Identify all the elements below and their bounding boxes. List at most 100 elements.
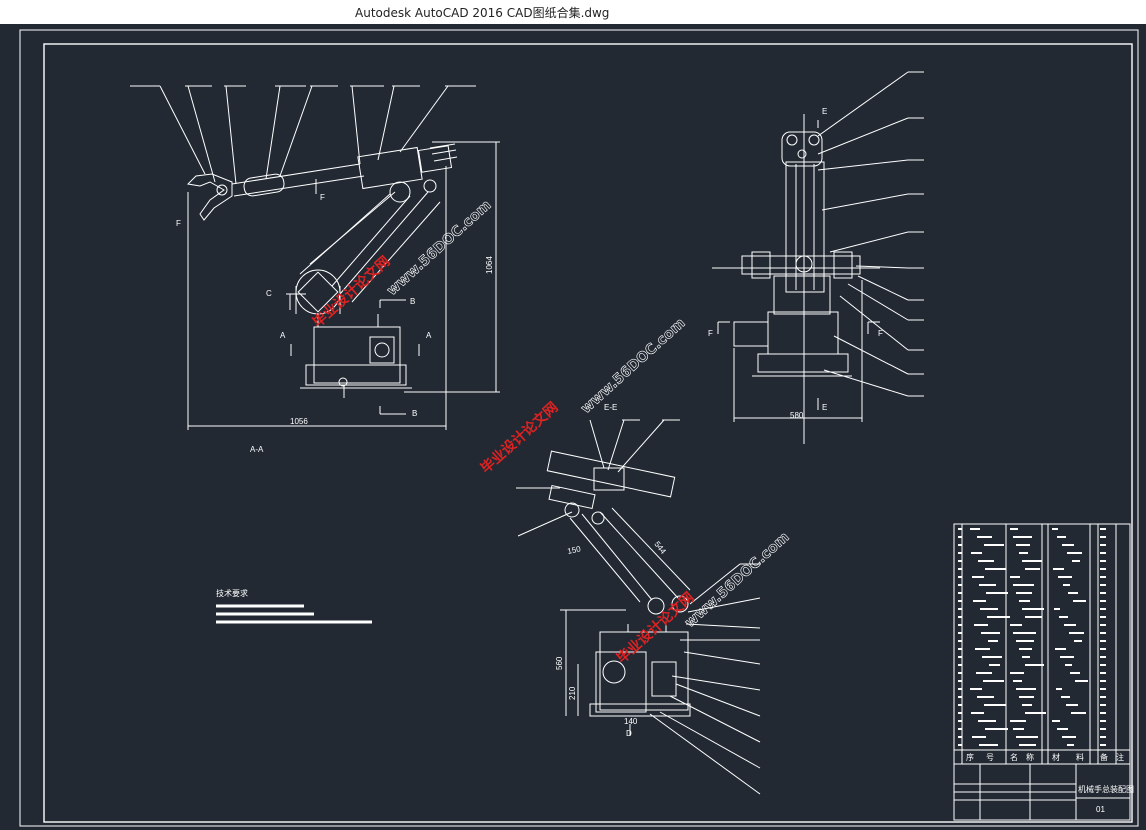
parts-row-mark [958,680,962,682]
parts-row-mark [1068,592,1078,594]
parts-row-mark [987,616,1010,618]
parts-row-mark [1013,536,1032,538]
parts-row-mark [1064,624,1076,626]
col-name1: 名 [1010,752,1018,762]
parts-row-mark [972,736,986,738]
drawing-canvas[interactable]: 1056 1064 A-A C B B A A F F 580 E E F F … [0,24,1146,830]
parts-row-mark [1067,552,1082,554]
parts-row-mark [1100,536,1106,538]
parts-row-mark [1100,592,1106,594]
parts-row-mark [1100,576,1106,578]
parts-row-mark [958,720,962,722]
col-note2: 注 [1116,752,1124,762]
parts-row-mark [1056,688,1062,690]
parts-row-mark [981,632,1000,634]
parts-row-mark [1062,544,1074,546]
parts-row-mark [958,744,962,746]
parts-row-mark [1100,600,1106,602]
parts-row-mark [958,552,962,554]
parts-row-mark [979,584,996,586]
parts-row-mark [1022,704,1032,706]
parts-row-mark [958,648,962,650]
parts-row-mark [1100,656,1106,658]
technical-requirements [216,604,372,624]
label-e-bottom: E [822,403,827,412]
parts-row-mark [976,672,992,674]
parts-row-mark [975,648,990,650]
front-view [130,85,500,430]
label-a-right: A [426,331,432,340]
dim-140: 140 [624,717,638,726]
parts-row-mark [984,704,1006,706]
parts-row-mark [980,608,998,610]
parts-row-mark [971,712,984,714]
parts-row-mark [972,576,984,578]
parts-row-mark [970,688,982,690]
parts-row-mark [1100,704,1106,706]
parts-row-mark [977,696,994,698]
parts-row-mark [1100,560,1106,562]
parts-row-mark [1054,608,1060,610]
dim-560: 560 [555,656,564,670]
label-section-aa: A-A [250,445,264,454]
parts-row-mark [1100,640,1106,642]
parts-row-mark [1022,608,1044,610]
parts-row-mark [1013,632,1036,634]
dim-544: 544 [652,540,668,556]
parts-row-mark [958,544,962,546]
parts-row-mark [1070,672,1080,674]
parts-row-mark [1010,720,1026,722]
label-f-front: F [320,193,325,202]
parts-row-mark [1067,744,1074,746]
parts-row-mark [958,656,962,658]
parts-row-mark [1010,672,1024,674]
parts-row-mark [958,528,962,530]
parts-row-mark [1100,696,1106,698]
parts-row-mark [1100,584,1106,586]
parts-row-mark [1100,616,1106,618]
parts-row-mark [1100,680,1106,682]
parts-row-mark [1019,552,1028,554]
parts-row-mark [1057,728,1068,730]
parts-row-mark [979,744,998,746]
parts-row-mark [1022,656,1030,658]
parts-row-mark [978,560,994,562]
parts-row-mark [958,584,962,586]
dim-width-front: 1056 [290,417,308,426]
window-title: Autodesk AutoCAD 2016 CAD图纸合集.dwg [355,6,610,20]
parts-row-mark [1065,664,1072,666]
parts-row-mark [1100,688,1106,690]
parts-row-mark [988,640,998,642]
parts-row-mark [982,656,1002,658]
parts-row-mark [1013,584,1034,586]
parts-row-mark [983,680,1004,682]
label-section-ee: E-E [604,403,617,412]
dim-height-front: 1064 [485,256,494,274]
parts-row-mark [989,664,1000,666]
parts-row-mark [974,624,988,626]
dim-width-side: 580 [790,411,804,420]
parts-row-mark [1100,744,1106,746]
label-f-left: F [176,219,181,228]
label-a-left: A [280,331,286,340]
parts-row-mark [1010,624,1022,626]
parts-row-mark [958,624,962,626]
parts-row-mark [958,608,962,610]
parts-row-mark [1016,592,1032,594]
parts-row-mark [1100,672,1106,674]
parts-row-mark [958,560,962,562]
parts-row-mark [1052,720,1060,722]
parts-row-mark [970,528,980,530]
parts-row-mark [1025,568,1040,570]
tech-req-title: 技术要求 [216,588,248,598]
parts-row-mark [1069,632,1084,634]
dim-210: 210 [568,686,577,700]
cad-drawing[interactable]: 1056 1064 A-A C B B A A F F 580 E E F F … [0,24,1146,830]
parts-row-mark [1100,648,1106,650]
parts-row-mark [958,712,962,714]
parts-row-mark [958,576,962,578]
side-view [712,71,924,444]
label-f-side-right: F [878,329,883,338]
parts-row-mark [1057,536,1066,538]
parts-row-mark [1016,688,1036,690]
